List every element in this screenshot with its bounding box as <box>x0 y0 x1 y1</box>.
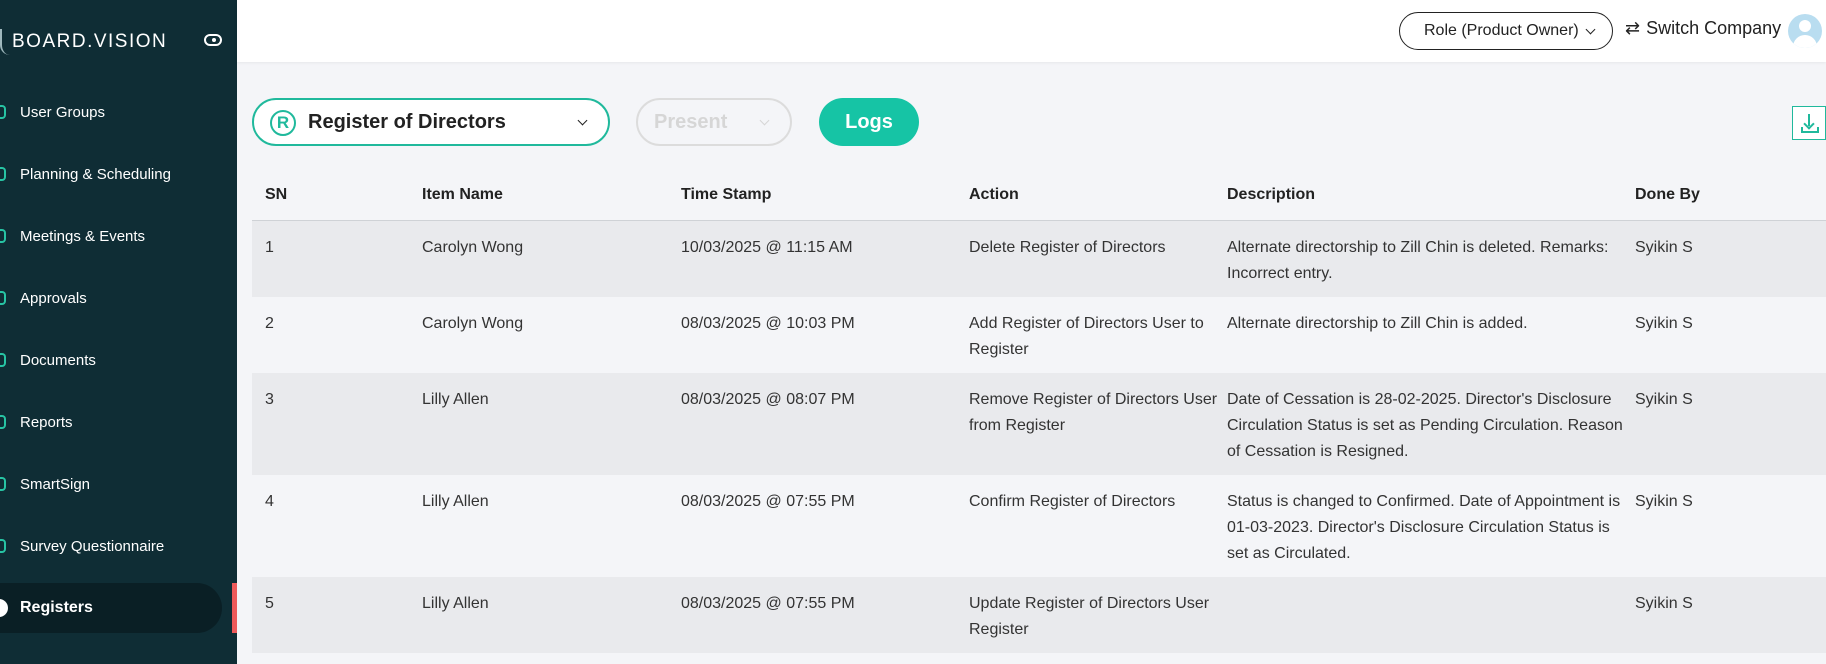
sidebar-item-label: Documents <box>20 351 96 369</box>
sidebar-item-planning-scheduling[interactable]: Planning & Scheduling <box>0 149 222 199</box>
present-select[interactable]: Present <box>636 98 792 146</box>
switch-arrows-icon: ⇄ <box>1625 18 1641 38</box>
column-header-done-by: Done By <box>1635 186 1700 203</box>
table-row: 1 Carolyn Wong 10/03/2025 @ 11:15 AM Del… <box>252 221 1826 297</box>
chevron-down-icon <box>759 115 770 126</box>
documents-icon <box>0 353 6 367</box>
cell-action: Update Register of Directors User Regist… <box>969 595 1210 638</box>
cell-done-by: Syikin S <box>1635 493 1693 510</box>
smartsign-icon <box>0 477 6 491</box>
column-header-action: Action <box>969 186 1019 203</box>
chevron-down-icon <box>1585 24 1596 35</box>
cell-action: Add Register of Directors User to Regist… <box>969 315 1204 358</box>
column-header-item-name: Item Name <box>422 186 503 203</box>
download-icon[interactable] <box>1792 106 1826 140</box>
cell-sn: 2 <box>265 315 274 332</box>
cell-done-by: Syikin S <box>1635 315 1693 332</box>
sidebar-item-meetings-events[interactable]: Meetings & Events <box>0 211 222 261</box>
cell-item-name: Lilly Allen <box>422 595 489 612</box>
sidebar-item-label: Meetings & Events <box>20 227 146 245</box>
cell-action: Remove Register of Directors User from R… <box>969 391 1218 434</box>
register-select[interactable]: R Register of Directors <box>252 98 610 146</box>
logs-button[interactable]: Logs <box>819 98 919 146</box>
sidebar-item-survey-questionnaire[interactable]: Survey Questionnaire <box>0 521 222 571</box>
cell-description: Status is changed to Confirmed. Date of … <box>1227 493 1621 562</box>
cell-time-stamp: 08/03/2025 @ 07:55 PM <box>681 493 855 510</box>
cell-time-stamp: 10/03/2025 @ 11:15 AM <box>681 239 853 256</box>
cell-time-stamp: 08/03/2025 @ 08:07 PM <box>681 391 855 408</box>
logo-text: BOARD.VISION <box>12 31 168 52</box>
sidebar-toggle-icon[interactable] <box>204 34 222 46</box>
meetings-icon <box>0 229 6 243</box>
sidebar-item-reports[interactable]: Reports <box>0 397 222 447</box>
approvals-icon <box>0 291 6 305</box>
column-header-time-stamp: Time Stamp <box>681 186 772 203</box>
cell-description: Date of Cessation is 28-02-2025. Directo… <box>1227 391 1623 460</box>
role-dropdown[interactable]: Role (Product Owner) <box>1399 12 1613 50</box>
download-tray <box>1801 127 1819 133</box>
cell-description: Alternate directorship to Zill Chin is a… <box>1227 315 1528 332</box>
sidebar-item-label: Planning & Scheduling <box>20 165 171 183</box>
register-select-label: Register of Directors <box>308 110 506 133</box>
sidebar-item-label: Survey Questionnaire <box>20 537 165 555</box>
table-row: 2 Carolyn Wong 08/03/2025 @ 10:03 PM Add… <box>252 297 1826 373</box>
board-vision-logo[interactable]: BOARD.VISION <box>0 28 167 56</box>
table-header: SN Item Name Time Stamp Action Descripti… <box>252 170 1826 221</box>
sidebar-item-label: User Groups <box>20 103 106 121</box>
active-item-marker <box>232 583 237 633</box>
sidebar-item-approvals[interactable]: Approvals <box>0 273 222 323</box>
table-row: 5 Lilly Allen 08/03/2025 @ 07:55 PM Upda… <box>252 577 1826 653</box>
present-select-label: Present <box>654 110 728 133</box>
sidebar-item-label: SmartSign <box>20 475 91 493</box>
avatar[interactable] <box>1788 14 1822 48</box>
cell-item-name: Carolyn Wong <box>422 315 524 332</box>
cell-item-name: Carolyn Wong <box>422 239 524 256</box>
user-groups-icon <box>0 105 6 119</box>
cell-done-by: Syikin S <box>1635 391 1693 408</box>
sidebar-item-documents[interactable]: Documents <box>0 335 222 385</box>
registers-icon <box>0 599 8 617</box>
column-header-description: Description <box>1227 186 1316 203</box>
sidebar-item-label: Approvals <box>20 289 87 307</box>
sidebar: BOARD.VISION User Groups Planning & Sche… <box>0 0 237 664</box>
cell-item-name: Lilly Allen <box>422 493 489 510</box>
cell-item-name: Lilly Allen <box>422 391 489 408</box>
cell-done-by: Syikin S <box>1635 239 1693 256</box>
switch-company-button[interactable]: ⇄ Switch Company <box>1625 18 1781 39</box>
cell-time-stamp: 08/03/2025 @ 10:03 PM <box>681 315 855 332</box>
sidebar-item-smartsign[interactable]: SmartSign <box>0 459 222 509</box>
register-icon: R <box>270 110 296 136</box>
cell-sn: 4 <box>265 493 274 510</box>
chevron-down-icon <box>577 115 588 126</box>
sidebar-item-user-groups[interactable]: User Groups <box>0 87 222 137</box>
logs-table: SN Item Name Time Stamp Action Descripti… <box>252 170 1826 653</box>
switch-company-label: Switch Company <box>1646 18 1782 38</box>
cell-sn: 1 <box>265 239 274 256</box>
cell-done-by: Syikin S <box>1635 595 1693 612</box>
cell-sn: 5 <box>265 595 274 612</box>
column-header-sn: SN <box>265 186 288 203</box>
cell-description: Alternate directorship to Zill Chin is d… <box>1227 239 1609 282</box>
logo-mark-icon <box>0 29 10 55</box>
survey-icon <box>0 539 6 553</box>
table-row: 4 Lilly Allen 08/03/2025 @ 07:55 PM Conf… <box>252 475 1826 577</box>
calendar-icon <box>0 167 6 181</box>
top-bar: Role (Product Owner) ⇄ Switch Company <box>237 0 1826 62</box>
cell-sn: 3 <box>265 391 274 408</box>
sidebar-item-registers[interactable]: Registers <box>0 583 222 633</box>
cell-time-stamp: 08/03/2025 @ 07:55 PM <box>681 595 855 612</box>
sidebar-item-label: Reports <box>20 413 73 431</box>
table-row: 3 Lilly Allen 08/03/2025 @ 08:07 PM Remo… <box>252 373 1826 475</box>
role-label: Role (Product Owner) <box>1424 22 1579 39</box>
reports-icon <box>0 415 6 429</box>
sidebar-item-label: Registers <box>20 599 93 616</box>
cell-action: Confirm Register of Directors <box>969 493 1176 510</box>
cell-action: Delete Register of Directors <box>969 239 1166 256</box>
